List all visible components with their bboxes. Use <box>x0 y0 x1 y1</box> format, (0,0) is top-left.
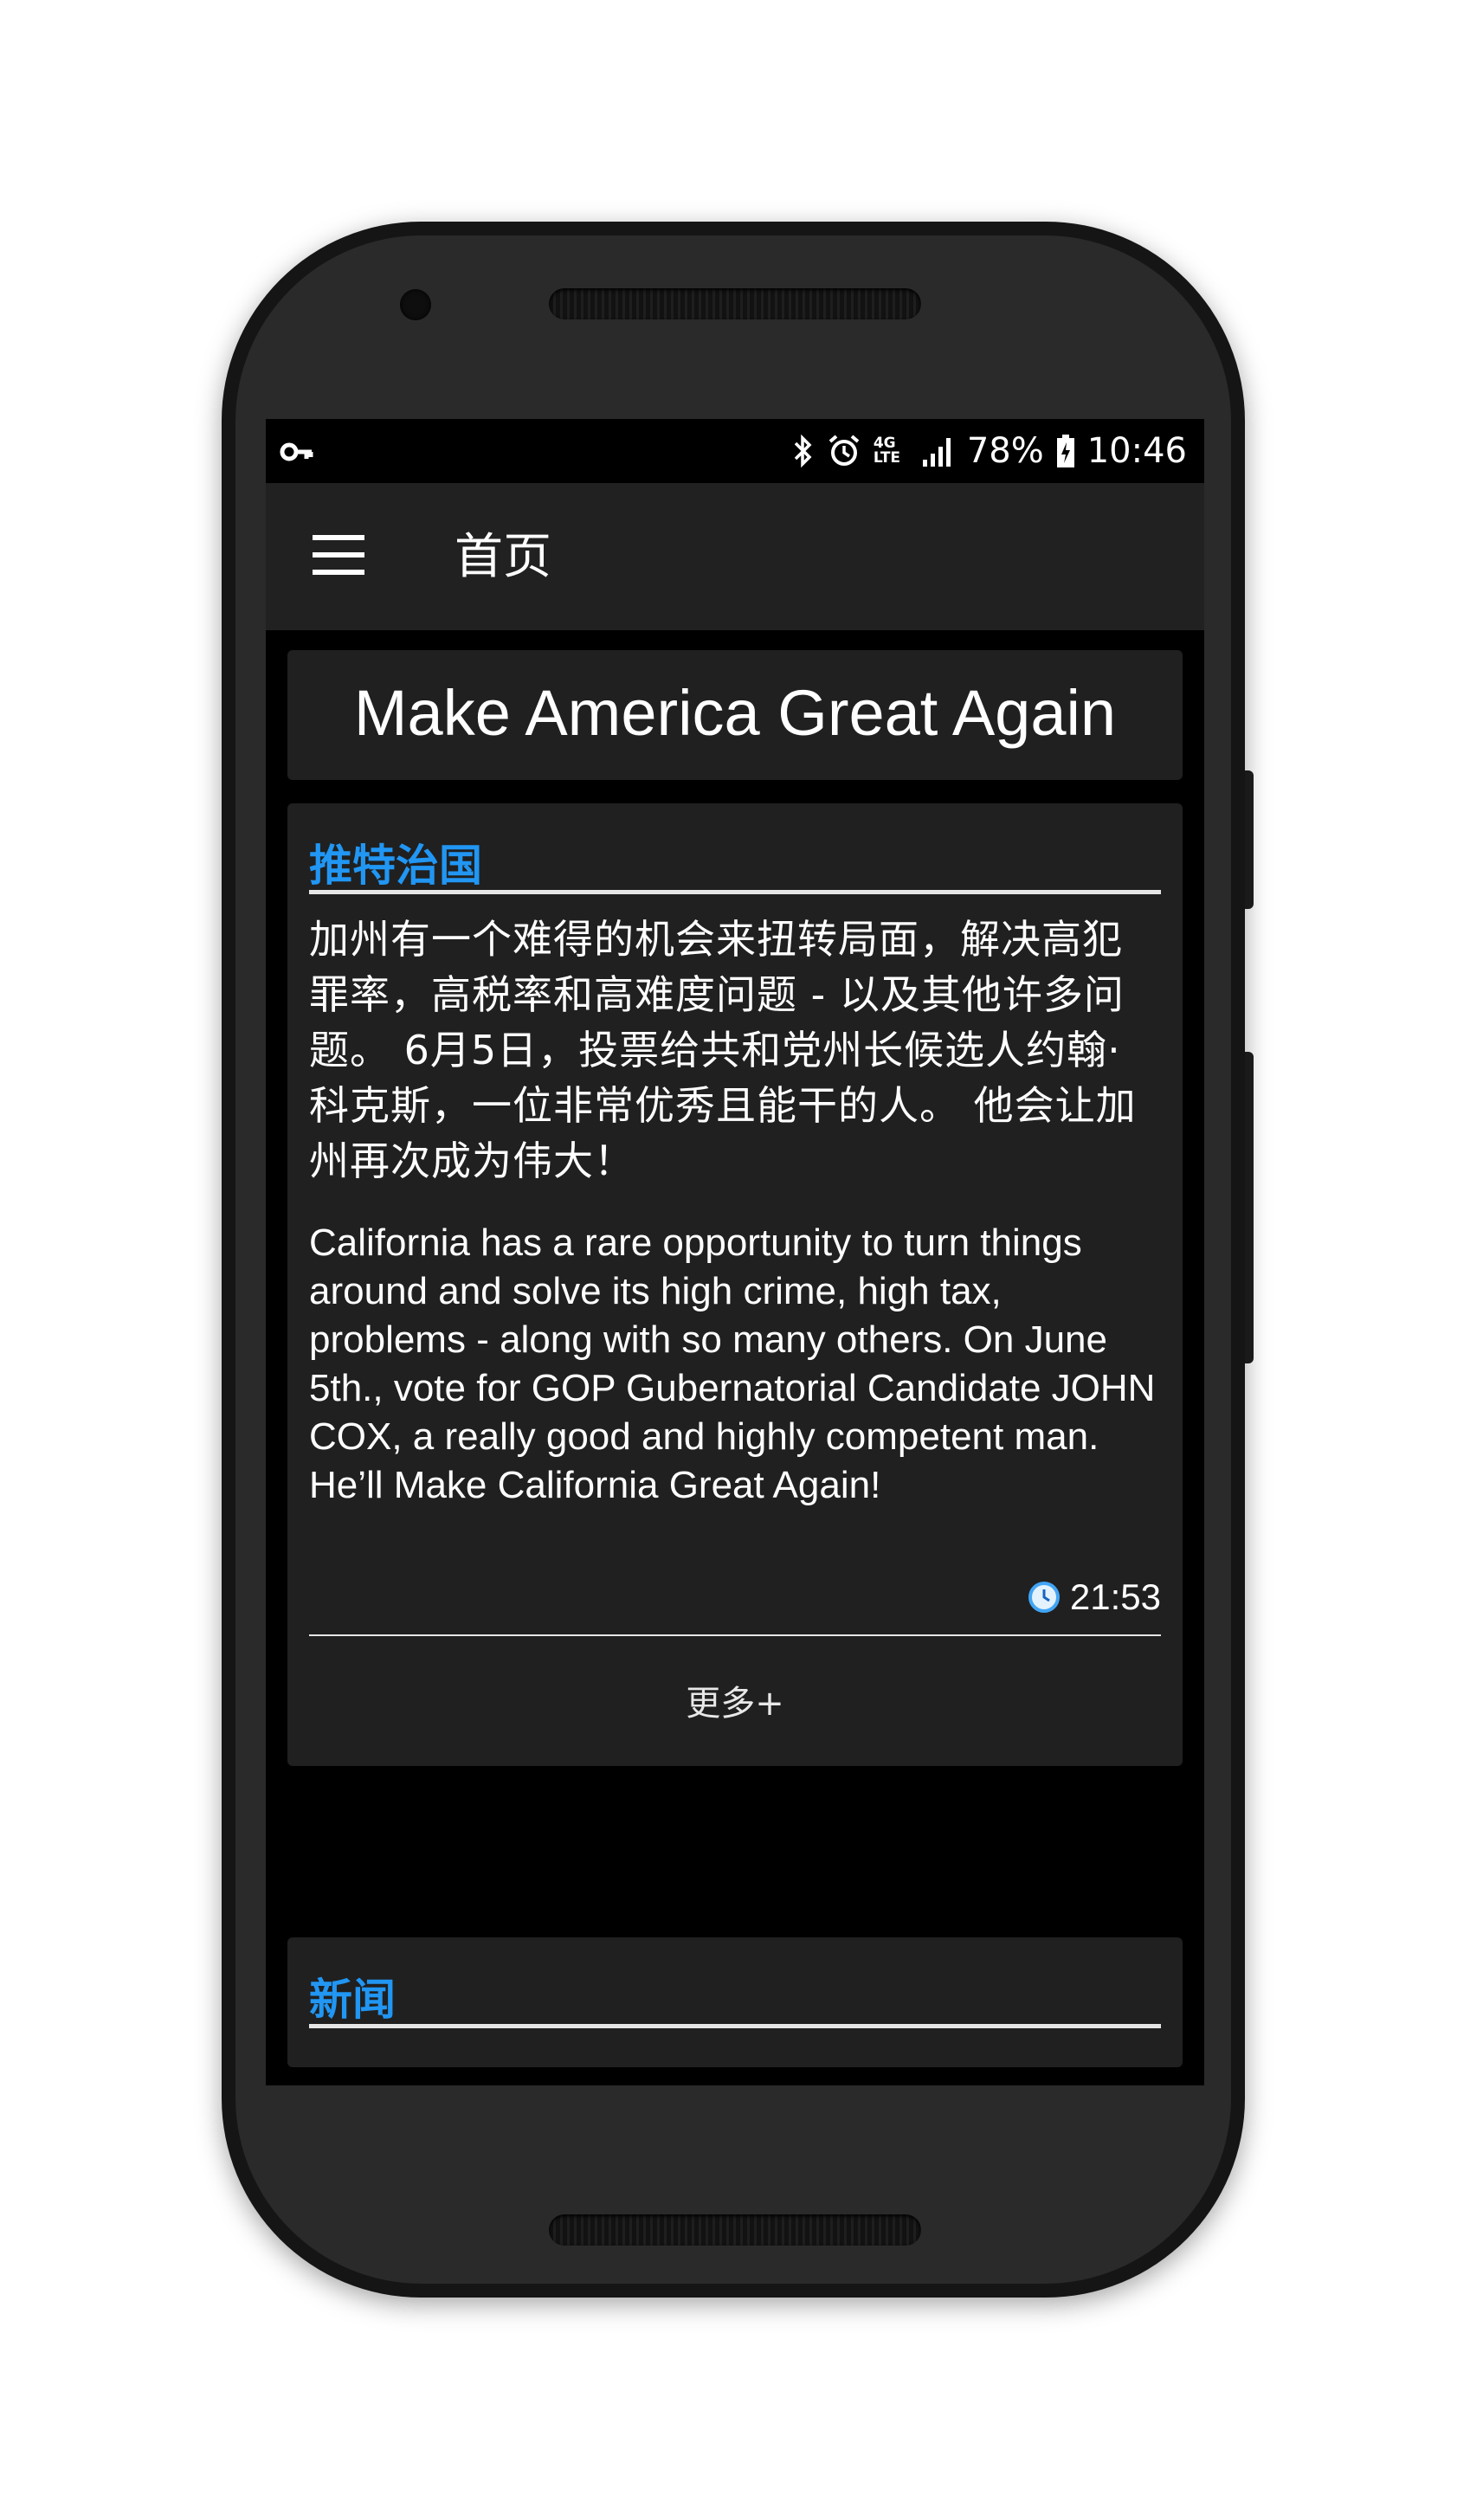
alarm-icon <box>828 435 860 466</box>
tweet-section-title[interactable]: 推特治国 <box>309 831 482 893</box>
page-title: 首页 <box>455 529 551 585</box>
section-header: 新闻 <box>309 1958 1161 2028</box>
bottom-speaker-grille <box>549 2214 921 2246</box>
clock-time: 10:46 <box>1086 431 1187 471</box>
menu-icon[interactable] <box>313 535 364 575</box>
key-icon <box>280 442 313 461</box>
divider <box>309 1634 1161 1636</box>
news-card: 新闻 <box>287 1937 1183 2067</box>
bluetooth-icon <box>794 434 812 468</box>
app-bar: 首页 <box>266 483 1204 630</box>
banner-card: Make America Great Again <box>287 650 1183 780</box>
volume-button <box>1245 1052 1254 1363</box>
front-camera <box>400 289 431 320</box>
battery-percent: 78% <box>966 431 1044 471</box>
battery-icon <box>1056 435 1074 467</box>
status-bar: 4G LTE 78% 10:46 <box>266 419 1204 483</box>
banner-text: Make America Great Again <box>353 677 1117 749</box>
screen: 4G LTE 78% 10:46 首页 Make America Great A… <box>266 419 1204 2085</box>
tweet-text-english: California has a rare opportunity to tur… <box>309 1221 1156 1506</box>
top-speaker-grille <box>549 288 921 319</box>
section-header: 推特治国 <box>309 824 1161 894</box>
tweet-time-text: 21:53 <box>1069 1576 1161 1617</box>
tweet-card: 推特治国 加州有一个难得的机会来扭转局面，解决高犯罪率，高税率和高难度问题 - … <box>287 803 1183 1766</box>
tweet-text-chinese: 加州有一个难得的机会来扭转局面，解决高犯罪率，高税率和高难度问题 - 以及其他许… <box>309 916 1137 1184</box>
more-button[interactable]: 更多+ <box>287 1669 1183 1738</box>
tweet-timestamp: 21:53 <box>1028 1576 1161 1618</box>
power-button <box>1245 770 1254 909</box>
network-text: 4G LTE <box>873 435 901 467</box>
network-type: 4G LTE <box>874 436 908 466</box>
news-section-title[interactable]: 新闻 <box>309 1965 396 2027</box>
clock-icon <box>1028 1582 1060 1613</box>
signal-icon <box>922 438 951 467</box>
